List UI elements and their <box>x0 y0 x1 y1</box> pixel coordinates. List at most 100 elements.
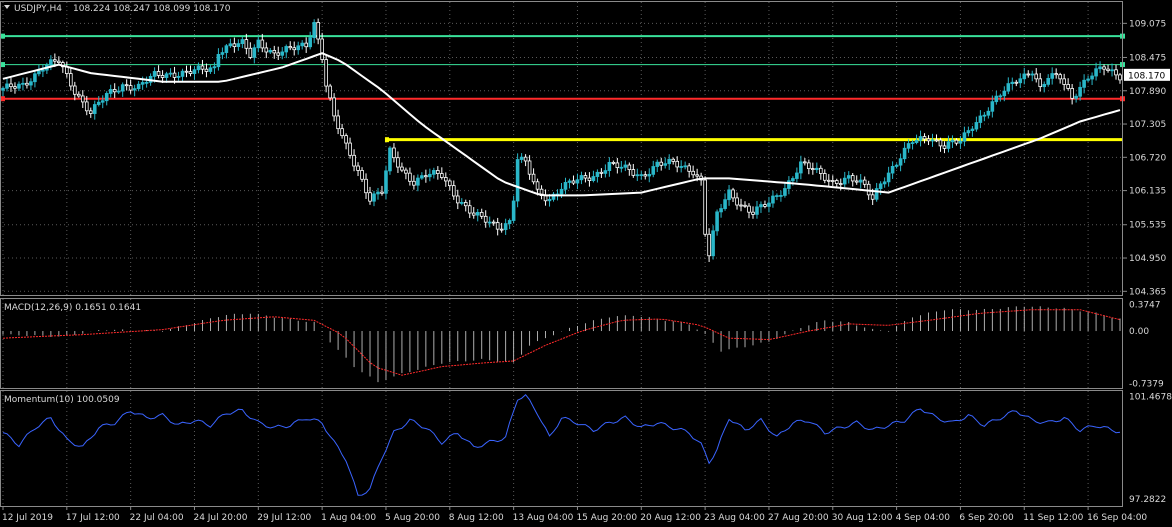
candle-body <box>408 172 412 182</box>
candle-body <box>116 90 121 93</box>
chevron-down-icon[interactable] <box>4 5 10 9</box>
candle-body <box>1102 66 1106 70</box>
candle-body <box>463 202 468 207</box>
candle-body <box>890 166 895 174</box>
candle-body <box>479 212 484 217</box>
candle-body <box>503 223 508 230</box>
candle-body <box>248 47 253 58</box>
candle-body <box>196 65 201 71</box>
candle-body <box>683 165 687 168</box>
candle-body <box>1046 77 1050 85</box>
candle-body <box>400 166 404 171</box>
candle-body <box>1110 69 1114 72</box>
candle-body <box>635 174 640 177</box>
candle-body <box>679 166 683 168</box>
candle-body <box>747 205 751 213</box>
candle-body <box>80 95 85 103</box>
candle-body <box>591 176 596 181</box>
candle-body <box>168 72 173 75</box>
candle-body <box>571 180 576 184</box>
candle-body <box>444 177 448 182</box>
time-tick-label: 16 Sep 04:00 <box>1087 513 1147 523</box>
candle-body <box>120 84 125 92</box>
candle-body <box>172 72 177 78</box>
price-tick-label: 109.075 <box>1129 19 1166 29</box>
candle-body <box>412 180 416 186</box>
candle-body <box>838 183 843 185</box>
candle-body <box>17 83 21 89</box>
candle-body <box>691 170 695 176</box>
candle-body <box>1066 84 1070 89</box>
candle-body <box>715 211 719 232</box>
candle-body <box>112 89 117 93</box>
candle-body <box>527 160 532 175</box>
candle-body <box>88 110 93 114</box>
candle-body <box>228 43 233 47</box>
panel-frame <box>0 390 1123 507</box>
level-handle[interactable] <box>384 137 389 143</box>
candle-body <box>519 156 524 160</box>
candle-body <box>1090 75 1094 80</box>
candle-body <box>994 95 999 103</box>
candle-body <box>647 173 652 177</box>
time-tick-label: 22 Jul 04:00 <box>130 513 184 523</box>
candle-body <box>41 69 45 72</box>
panel-frame <box>0 1 1123 296</box>
time-tick-label: 12 Jul 2019 <box>2 513 53 523</box>
candle-body <box>663 163 668 166</box>
candle-body <box>188 71 193 74</box>
horizontal-levels[interactable] <box>0 33 1125 143</box>
current-price-label: 108.170 <box>1128 71 1165 81</box>
candle-body <box>332 97 336 117</box>
candle-body <box>1030 73 1035 76</box>
candle-body <box>763 204 767 207</box>
candle-body <box>834 180 839 184</box>
candle-body <box>850 175 855 182</box>
macd-tick-label: 0.00 <box>1129 327 1149 337</box>
momentum-tick-label: 97.2822 <box>1129 495 1166 505</box>
candle-body <box>655 161 660 167</box>
candle-body <box>57 60 61 63</box>
candle-body <box>787 180 791 189</box>
candle-body <box>986 110 991 116</box>
candle-body <box>232 43 237 48</box>
candle-body <box>615 162 620 169</box>
price-tick-label: 106.135 <box>1129 187 1166 197</box>
candle-body <box>260 39 265 49</box>
candle-body <box>312 22 316 39</box>
candle-body <box>667 158 672 165</box>
candle-body <box>424 175 428 178</box>
candle-body <box>21 82 25 85</box>
macd-tick-label: 0.3747 <box>1129 300 1161 310</box>
candle-body <box>104 93 109 102</box>
time-tick-label: 24 Jul 20:00 <box>193 513 247 523</box>
candle-body <box>894 164 899 167</box>
candle-body <box>316 22 320 40</box>
candle-body <box>1118 74 1122 81</box>
time-tick-label: 4 Sep 04:00 <box>896 513 951 523</box>
time-tick-label: 8 Aug 12:00 <box>449 513 504 523</box>
candle-body <box>595 171 600 177</box>
candle-body <box>108 89 113 94</box>
time-tick-label: 27 Aug 20:00 <box>768 513 829 523</box>
candle-body <box>1086 78 1090 81</box>
candle-body <box>515 159 520 202</box>
candle-body <box>523 156 528 162</box>
candle-body <box>428 173 432 178</box>
candle-body <box>440 173 444 178</box>
candle-body <box>376 191 380 195</box>
candle-body <box>703 179 707 235</box>
candle-body <box>755 206 759 215</box>
candle-body <box>380 191 384 194</box>
candle-body <box>607 162 612 172</box>
candle-body <box>320 38 324 60</box>
candle-body <box>795 172 799 179</box>
candle-body <box>775 195 779 197</box>
candle-body <box>1074 95 1078 99</box>
candle-body <box>830 180 835 182</box>
time-tick-label: 20 Aug 12:00 <box>640 513 701 523</box>
candle-body <box>619 166 624 169</box>
candle-body <box>1026 73 1031 76</box>
candle-body <box>495 222 500 230</box>
candle-body <box>1082 79 1086 88</box>
